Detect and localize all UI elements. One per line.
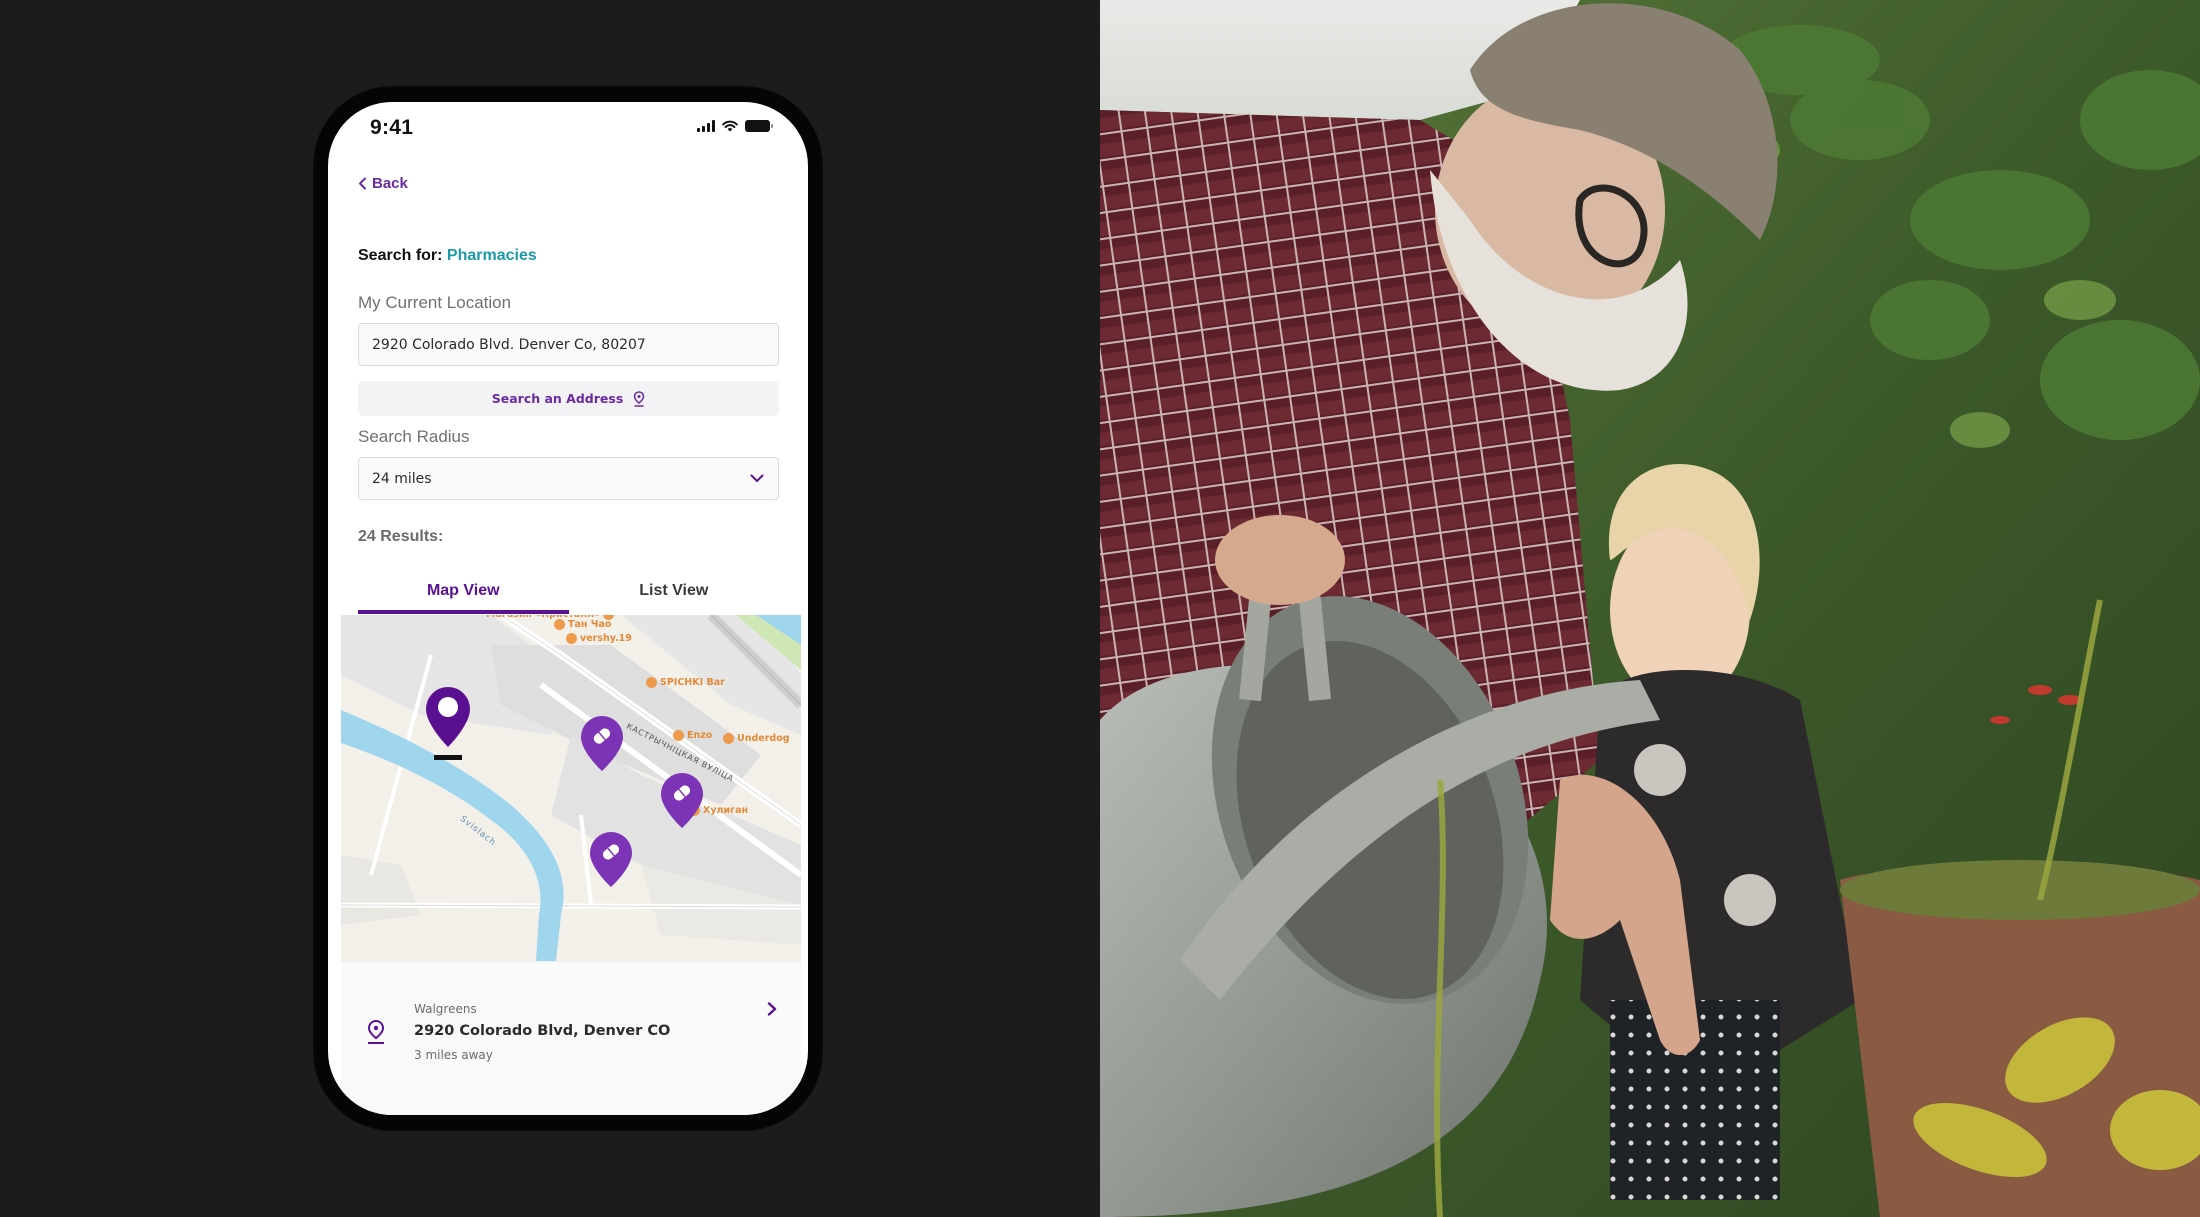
search-address-button[interactable]: Search an Address bbox=[358, 381, 779, 416]
pharmacy-distance: 3 miles away bbox=[414, 1048, 493, 1062]
pharmacy-result-card[interactable]: Walgreens 2920 Colorado Blvd, Denver CO … bbox=[341, 961, 801, 1115]
map-background bbox=[341, 615, 801, 961]
back-button[interactable]: Back bbox=[358, 175, 408, 192]
poi-label: SPICHKI Bar bbox=[660, 677, 725, 688]
location-pin-icon bbox=[367, 1019, 385, 1044]
status-time: 9:41 bbox=[370, 116, 414, 139]
cellular-signal-icon bbox=[697, 120, 715, 132]
poi-icon bbox=[723, 733, 734, 744]
poi-label: vershy.19 bbox=[580, 633, 632, 644]
tab-list-view[interactable]: List View bbox=[569, 568, 780, 614]
chevron-right-icon[interactable] bbox=[767, 1002, 777, 1016]
wifi-icon bbox=[722, 120, 738, 132]
map-poi: vershy.19 bbox=[566, 633, 632, 644]
phone-screen: 9:41 Back Search for: Pharmacies My Curr… bbox=[328, 102, 808, 1115]
current-location-label: My Current Location bbox=[358, 293, 512, 312]
search-radius-value: 24 miles bbox=[372, 470, 432, 487]
dark-background-panel: 9:41 Back Search for: Pharmacies My Curr… bbox=[0, 0, 1100, 1217]
status-icons bbox=[697, 120, 773, 132]
current-location-input[interactable]: 2920 Colorado Blvd. Denver Co, 80207 bbox=[358, 323, 779, 366]
view-tabs: Map View List View bbox=[358, 568, 779, 614]
pharmacy-address: 2920 Colorado Blvd, Denver CO bbox=[414, 1023, 671, 1039]
search-category-value[interactable]: Pharmacies bbox=[447, 247, 537, 264]
pharmacy-marker[interactable] bbox=[659, 771, 705, 831]
back-label: Back bbox=[372, 175, 408, 192]
lifestyle-photo bbox=[1100, 0, 2200, 1217]
map-view[interactable]: Магазин «Кристалл» Тан Чао vershy.19 SPI… bbox=[341, 615, 801, 961]
map-poi: Тан Чао bbox=[554, 619, 611, 630]
pharmacy-marker[interactable] bbox=[579, 714, 625, 774]
status-bar: 9:41 bbox=[328, 102, 808, 154]
poi-label: Тан Чао bbox=[568, 619, 612, 630]
photo-grandfather-and-child-gardening bbox=[1100, 0, 2200, 1217]
search-radius-select[interactable]: 24 miles bbox=[358, 457, 779, 500]
current-location-marker[interactable] bbox=[423, 685, 473, 763]
map-poi: Underdog bbox=[723, 733, 790, 744]
map-poi: SPICHKI Bar bbox=[646, 677, 725, 688]
search-for-prefix: Search for: bbox=[358, 247, 443, 264]
search-radius-label: Search Radius bbox=[358, 427, 470, 446]
pharmacy-name: Walgreens bbox=[414, 1002, 477, 1016]
results-count: 24 Results: bbox=[358, 528, 444, 545]
poi-label: Enzo bbox=[687, 730, 713, 741]
chevron-down-icon bbox=[750, 474, 764, 482]
poi-icon bbox=[673, 730, 684, 741]
location-pin-icon bbox=[634, 390, 645, 407]
poi-label: Хулиган bbox=[703, 805, 749, 816]
phone-mockup-frame: 9:41 Back Search for: Pharmacies My Curr… bbox=[314, 87, 822, 1130]
poi-icon bbox=[554, 619, 565, 630]
search-category-heading: Search for: Pharmacies bbox=[358, 247, 537, 265]
chevron-left-icon bbox=[359, 177, 366, 190]
current-location-value: 2920 Colorado Blvd. Denver Co, 80207 bbox=[372, 336, 646, 353]
search-address-label: Search an Address bbox=[491, 391, 624, 406]
map-poi: Enzo bbox=[673, 730, 712, 741]
tab-map-view[interactable]: Map View bbox=[358, 568, 569, 614]
battery-icon bbox=[745, 120, 773, 132]
poi-icon bbox=[566, 633, 577, 644]
pharmacy-marker[interactable] bbox=[588, 830, 634, 890]
poi-icon bbox=[646, 677, 657, 688]
poi-label: Underdog bbox=[737, 733, 790, 744]
